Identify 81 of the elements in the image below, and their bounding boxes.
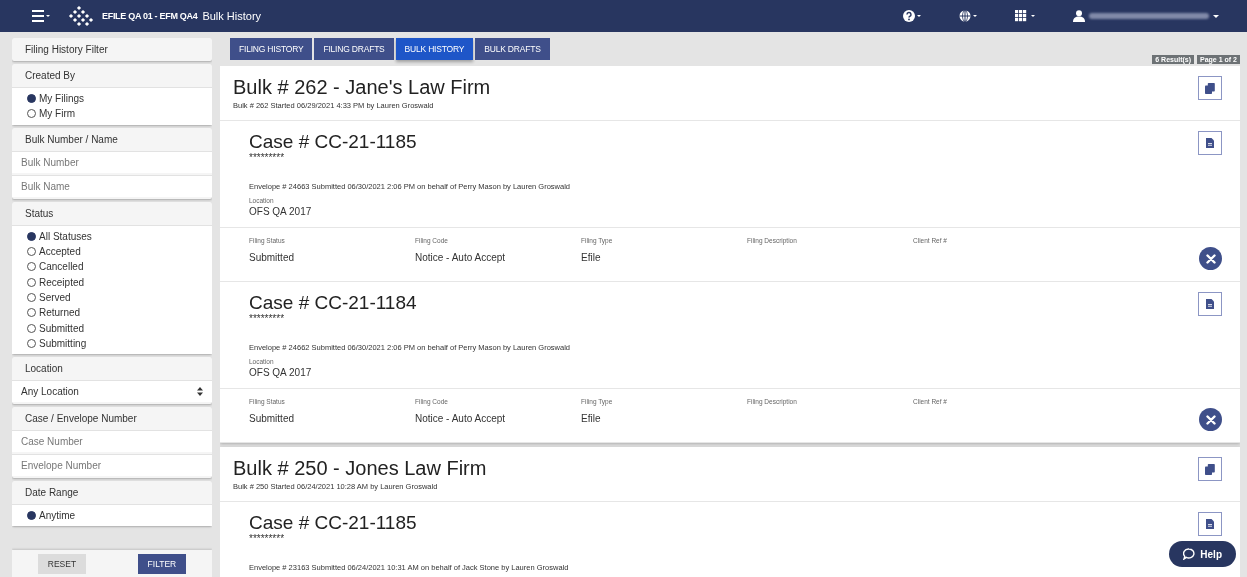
radio-option[interactable]: Receipted [27, 274, 197, 290]
radio-option[interactable]: My Filings [27, 91, 197, 107]
radio-option[interactable]: Submitting [27, 335, 197, 351]
text-field[interactable]: Case Number [12, 429, 212, 452]
radio-button[interactable] [27, 247, 36, 257]
filter-title: Filing History Filter [24, 43, 109, 57]
radio-button[interactable] [27, 94, 36, 104]
field-value: Notice - Auto Accept [415, 252, 507, 263]
radio-button[interactable] [27, 277, 36, 287]
copy-button[interactable] [1198, 457, 1222, 481]
caret-icon [1213, 14, 1219, 18]
close-icon [1205, 414, 1216, 425]
field-value: Submitted [249, 252, 296, 263]
radio-option[interactable]: Served [27, 289, 197, 306]
cancel-button[interactable] [1199, 247, 1222, 270]
radio-button[interactable] [27, 338, 36, 348]
masked-case-name: ********* [249, 534, 286, 544]
document-button[interactable] [1198, 131, 1222, 155]
radio-button[interactable] [27, 308, 36, 318]
radio-option[interactable]: All Statuses [27, 228, 197, 244]
section-heading: Case / Envelope Number [24, 411, 138, 426]
field-value: Submitted [249, 413, 296, 424]
bulk-title: Bulk # 250 - Jones Law Firm [233, 457, 487, 480]
radio-option[interactable]: Returned [27, 305, 197, 321]
section-heading: Created By [24, 69, 77, 83]
section-heading: Date Range [24, 485, 80, 500]
case-title: Case # CC-21-1184 [249, 292, 418, 314]
radio-option[interactable]: Cancelled [27, 259, 197, 275]
question-circle-icon [903, 10, 921, 22]
radio-button[interactable] [27, 262, 36, 272]
radio-option[interactable]: Accepted [27, 243, 197, 260]
sort-caret-icon [197, 386, 203, 396]
help-button[interactable]: Help [1169, 541, 1236, 567]
reset-button[interactable]: RESET [37, 553, 87, 574]
copy-icon [1205, 82, 1215, 94]
document-button[interactable] [1198, 292, 1222, 316]
page-title: Bulk History [202, 10, 262, 22]
copy-button[interactable] [1198, 76, 1222, 100]
cancel-button[interactable] [1199, 408, 1222, 431]
radio-option[interactable]: My Firm [27, 106, 197, 122]
copy-icon [1205, 463, 1215, 475]
text-field[interactable]: Bulk Number [12, 150, 212, 173]
field-value: Efile [581, 413, 602, 424]
tab[interactable]: BULK HISTORY [395, 38, 474, 60]
filter-button[interactable]: FILTER [137, 553, 187, 574]
grid-icon [1015, 10, 1035, 22]
radio-button[interactable] [27, 109, 36, 119]
bulk-title: Bulk # 262 - Jane's Law Firm [233, 76, 491, 99]
tab[interactable]: FILING HISTORY [230, 38, 313, 60]
app-title: EFILE QA 01 - EFM QA4 [102, 11, 198, 21]
radio-button[interactable] [27, 231, 36, 241]
radio-button[interactable] [27, 292, 36, 302]
case-title: Case # CC-21-1185 [249, 512, 418, 534]
radio-button[interactable] [27, 323, 36, 333]
masked-case-name: ********* [249, 153, 286, 163]
field-value: Notice - Auto Accept [415, 413, 507, 424]
radio-button[interactable] [27, 511, 36, 521]
text-field[interactable]: Bulk Name [12, 174, 212, 197]
globe-icon [959, 10, 977, 22]
document-button[interactable] [1198, 512, 1222, 536]
text-field[interactable]: Envelope Number [12, 453, 212, 476]
tab[interactable]: BULK DRAFTS [475, 38, 550, 60]
section-heading: Location [24, 361, 64, 376]
menu-icon [32, 10, 50, 22]
section-heading: Status [24, 206, 55, 221]
radio-option[interactable]: Submitted [27, 320, 197, 336]
close-icon [1205, 253, 1216, 264]
field-value: Efile [581, 252, 602, 263]
chat-bubble-icon [1183, 548, 1196, 560]
section-heading: Bulk Number / Name [24, 132, 119, 147]
case-title: Case # CC-21-1185 [249, 131, 418, 153]
document-icon [1206, 519, 1214, 529]
user-icon [1073, 10, 1085, 22]
location-select[interactable]: Any Location [12, 379, 212, 402]
location-value: OFS QA 2017 [249, 206, 313, 217]
tab[interactable]: FILING DRAFTS [314, 38, 394, 60]
location-value: OFS QA 2017 [249, 367, 313, 378]
logo-icon [68, 5, 94, 27]
masked-case-name: ********* [249, 314, 286, 324]
document-icon [1206, 299, 1214, 309]
document-icon [1206, 138, 1214, 148]
